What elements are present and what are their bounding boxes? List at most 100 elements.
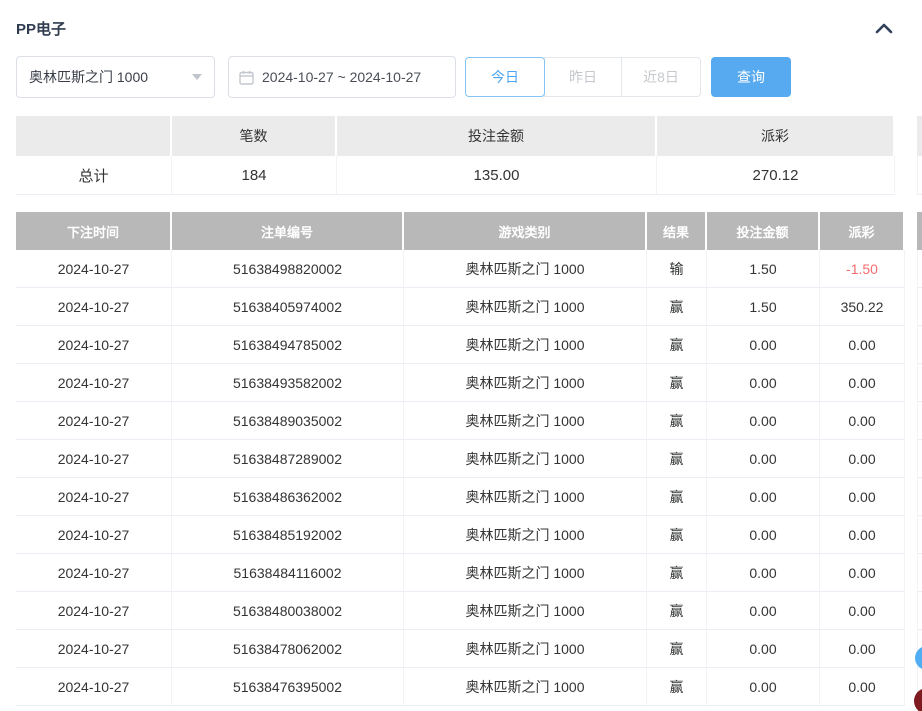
table-cell: 51638493582002 xyxy=(172,364,404,402)
row-spacer xyxy=(905,364,917,402)
quick-btn-today[interactable]: 今日 xyxy=(465,57,545,97)
table-cell: 51638489035002 xyxy=(172,402,404,440)
table-cell: 0.00 xyxy=(820,516,905,554)
records-header-row: 下注时间注单编号游戏类别结果投注金额派彩 xyxy=(16,212,922,250)
table-row: 2024-10-2751638493582002奥林匹斯之门 1000赢0.00… xyxy=(16,364,922,402)
table-row: 2024-10-2751638476395002奥林匹斯之门 1000赢0.00… xyxy=(16,668,922,706)
table-row: 2024-10-2751638486362002奥林匹斯之门 1000赢0.00… xyxy=(16,478,922,516)
date-range-picker[interactable]: 2024-10-27 ~ 2024-10-27 xyxy=(228,56,456,98)
table-cell: 奥林匹斯之门 1000 xyxy=(404,288,647,326)
table-cell: 2024-10-27 xyxy=(16,364,172,402)
table-cell: 0.00 xyxy=(707,592,820,630)
panel-title: PP电子 xyxy=(16,18,66,39)
table-cell: 0.00 xyxy=(707,326,820,364)
table-cell: 赢 xyxy=(647,326,707,364)
table-cell: 0.00 xyxy=(707,554,820,592)
table-cell: 奥林匹斯之门 1000 xyxy=(404,440,647,478)
table-row: 2024-10-2751638480038002奥林匹斯之门 1000赢0.00… xyxy=(16,592,922,630)
row-spacer xyxy=(905,288,917,326)
table-cell: 51638478062002 xyxy=(172,630,404,668)
table-row: 2024-10-2751638405974002奥林匹斯之门 1000赢1.50… xyxy=(16,288,922,326)
table-cell: 0.00 xyxy=(820,402,905,440)
table-row: 2024-10-2751638487289002奥林匹斯之门 1000赢0.00… xyxy=(16,440,922,478)
chevron-down-icon xyxy=(192,74,202,80)
table-cell: 0.00 xyxy=(820,478,905,516)
table-cell: 奥林匹斯之门 1000 xyxy=(404,554,647,592)
header-spacer xyxy=(895,116,917,156)
table-row: 2024-10-2751638478062002奥林匹斯之门 1000赢0.00… xyxy=(16,630,922,668)
quick-range-group: 今日 昨日 近8日 xyxy=(465,57,701,97)
table-cell: 奥林匹斯之门 1000 xyxy=(404,668,647,706)
row-spacer xyxy=(905,516,917,554)
table-cell: 2024-10-27 xyxy=(16,516,172,554)
filters-bar: 奥林匹斯之门 1000 2024-10-27 ~ 2024-10-27 今日 昨… xyxy=(16,56,922,98)
table-cell: 51638487289002 xyxy=(172,440,404,478)
row-spacer xyxy=(905,250,917,288)
table-cell: 赢 xyxy=(647,440,707,478)
table-cell: 2024-10-27 xyxy=(16,668,172,706)
table-cell: 赢 xyxy=(647,288,707,326)
table-cell: 51638484116002 xyxy=(172,554,404,592)
table-cell: 奥林匹斯之门 1000 xyxy=(404,364,647,402)
table-cell: 51638494785002 xyxy=(172,326,404,364)
row-spacer xyxy=(895,156,917,195)
table-cell: 赢 xyxy=(647,668,707,706)
table-cell: 0.00 xyxy=(820,364,905,402)
table-cell: 0.00 xyxy=(820,326,905,364)
table-cell: 2024-10-27 xyxy=(16,478,172,516)
table-cell: 奥林匹斯之门 1000 xyxy=(404,516,647,554)
records-table: 下注时间注单编号游戏类别结果投注金额派彩 2024-10-27516384988… xyxy=(16,212,922,706)
clipped-column-header xyxy=(917,116,922,156)
quick-btn-yesterday[interactable]: 昨日 xyxy=(544,57,622,97)
table-cell: 0.00 xyxy=(820,592,905,630)
table-cell: 0.00 xyxy=(707,630,820,668)
table-cell: 1.50 xyxy=(707,250,820,288)
table-cell: 0.00 xyxy=(707,402,820,440)
column-header: 投注金额 xyxy=(337,116,657,156)
column-header: 注单编号 xyxy=(172,212,404,250)
table-cell: 赢 xyxy=(647,630,707,668)
table-cell: 135.00 xyxy=(337,156,657,195)
collapse-button[interactable] xyxy=(866,17,902,39)
table-cell: 0.00 xyxy=(707,440,820,478)
game-select[interactable]: 奥林匹斯之门 1000 xyxy=(16,56,215,98)
clipped-column-header xyxy=(917,212,922,250)
clipped-cell xyxy=(917,402,922,440)
column-header: 下注时间 xyxy=(16,212,172,250)
table-cell: 51638476395002 xyxy=(172,668,404,706)
clipped-cell xyxy=(917,156,922,195)
column-header: 投注金额 xyxy=(707,212,820,250)
summary-table-wrap: 笔数投注金额派彩 总计184135.00270.12 xyxy=(16,116,922,195)
table-cell: 0.00 xyxy=(707,516,820,554)
clipped-cell xyxy=(917,364,922,402)
table-cell: 输 xyxy=(647,250,707,288)
table-cell: 51638486362002 xyxy=(172,478,404,516)
table-cell: 2024-10-27 xyxy=(16,288,172,326)
row-spacer xyxy=(905,592,917,630)
table-cell: 51638485192002 xyxy=(172,516,404,554)
clipped-cell xyxy=(917,326,922,364)
table-row: 总计184135.00270.12 xyxy=(16,156,922,195)
table-cell: 350.22 xyxy=(820,288,905,326)
table-cell: 51638498820002 xyxy=(172,250,404,288)
summary-table: 笔数投注金额派彩 总计184135.00270.12 xyxy=(16,116,922,195)
row-spacer xyxy=(905,554,917,592)
table-cell: 0.00 xyxy=(707,364,820,402)
table-row: 2024-10-2751638485192002奥林匹斯之门 1000赢0.00… xyxy=(16,516,922,554)
query-button[interactable]: 查询 xyxy=(711,57,791,97)
row-spacer xyxy=(905,440,917,478)
table-cell: 2024-10-27 xyxy=(16,250,172,288)
table-cell: 2024-10-27 xyxy=(16,402,172,440)
table-row: 2024-10-2751638484116002奥林匹斯之门 1000赢0.00… xyxy=(16,554,922,592)
panel-header: PP电子 xyxy=(0,0,922,40)
date-range-value: 2024-10-27 ~ 2024-10-27 xyxy=(262,69,421,85)
table-row: 2024-10-2751638494785002奥林匹斯之门 1000赢0.00… xyxy=(16,326,922,364)
table-row: 2024-10-2751638498820002奥林匹斯之门 1000输1.50… xyxy=(16,250,922,288)
quick-btn-last8days[interactable]: 近8日 xyxy=(621,57,701,97)
row-spacer xyxy=(905,478,917,516)
table-cell: 1.50 xyxy=(707,288,820,326)
row-spacer xyxy=(905,326,917,364)
table-cell: 0.00 xyxy=(820,554,905,592)
table-cell: 赢 xyxy=(647,554,707,592)
row-spacer xyxy=(905,402,917,440)
